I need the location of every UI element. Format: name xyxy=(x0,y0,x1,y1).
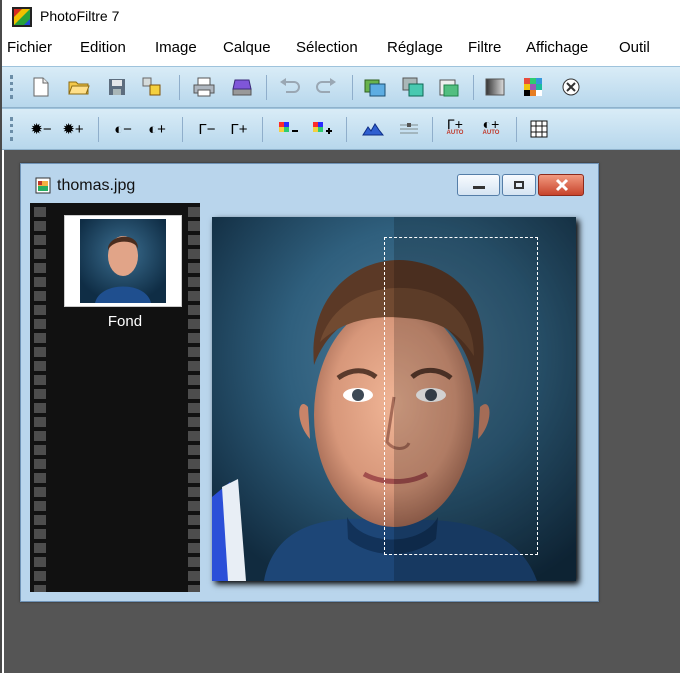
adjustments-toolbar: ✹− ✹+ ◐− ◐+ Γ− Γ+ Γ+ AUTO ◐+ AUTO xyxy=(2,108,680,150)
layer-name: Fond xyxy=(107,313,143,330)
menu-affichage[interactable]: Affichage xyxy=(526,39,588,56)
photofiltre-app: PhotoFiltre 7 Fichier Edition Image Calq… xyxy=(0,0,680,673)
document-window[interactable]: thomas.jpg Fond xyxy=(20,163,599,602)
contrast-plus-icon[interactable]: ◐+ xyxy=(146,118,168,140)
print-icon[interactable] xyxy=(193,76,215,98)
image-paste-icon[interactable] xyxy=(438,76,460,98)
menu-image[interactable]: Image xyxy=(155,39,197,56)
film-perforations xyxy=(188,203,200,592)
toolbar-separator xyxy=(98,117,99,142)
toolbar-separator xyxy=(473,75,474,100)
undo-icon[interactable] xyxy=(278,76,300,98)
contrast-auto-icon[interactable]: ◐+ AUTO xyxy=(480,117,502,140)
auto-label: AUTO xyxy=(446,130,464,136)
brightness-minus-icon[interactable]: ✹− xyxy=(30,118,52,140)
thumbnail-photo xyxy=(80,219,166,303)
app-titlebar: PhotoFiltre 7 xyxy=(2,0,680,34)
menu-selection[interactable]: Sélection xyxy=(296,39,358,56)
close-button[interactable] xyxy=(538,174,584,196)
toolbar-separator xyxy=(182,117,183,142)
maximize-icon xyxy=(514,181,524,189)
toolbar-grip[interactable] xyxy=(10,75,16,99)
image-canvas[interactable] xyxy=(212,217,576,581)
gamma-minus-icon[interactable]: Γ− xyxy=(196,118,218,140)
film-perforations xyxy=(34,203,46,592)
toolbar-separator xyxy=(352,75,353,100)
filter-tools-icon[interactable] xyxy=(141,76,163,98)
photofiltre-logo-icon xyxy=(12,7,32,27)
maximize-button[interactable] xyxy=(502,174,536,196)
document-image-icon xyxy=(35,177,51,194)
contrast-minus-icon[interactable]: ◐− xyxy=(112,118,134,140)
toolbar-separator xyxy=(266,75,267,100)
saturation-minus-icon[interactable] xyxy=(278,118,300,140)
auto-label: AUTO xyxy=(482,130,500,136)
effects-icon[interactable] xyxy=(560,76,582,98)
layer-thumbnail[interactable] xyxy=(64,215,182,307)
grid-icon[interactable] xyxy=(528,118,550,140)
open-folder-icon[interactable] xyxy=(68,76,90,98)
minimize-button[interactable] xyxy=(457,174,500,196)
gamma-auto-icon[interactable]: Γ+ AUTO xyxy=(444,117,466,140)
menu-edition[interactable]: Edition xyxy=(80,39,126,56)
menu-fichier[interactable]: Fichier xyxy=(7,39,52,56)
image-copy-icon[interactable] xyxy=(402,76,424,98)
toolbar-separator xyxy=(516,117,517,142)
main-toolbar xyxy=(2,66,680,108)
menu-calque[interactable]: Calque xyxy=(223,39,271,56)
menu-outil[interactable]: Outil xyxy=(619,39,650,56)
toolbar-separator xyxy=(262,117,263,142)
levels-icon[interactable] xyxy=(362,118,384,140)
toolbar-separator xyxy=(179,75,180,100)
document-title: thomas.jpg xyxy=(57,177,136,194)
image-layer-icon[interactable] xyxy=(364,76,386,98)
save-disk-icon[interactable] xyxy=(106,76,128,98)
curves-icon[interactable] xyxy=(398,118,420,140)
rectangular-selection[interactable] xyxy=(384,237,538,555)
saturation-plus-icon[interactable] xyxy=(312,118,334,140)
app-title: PhotoFiltre 7 xyxy=(40,8,120,24)
redo-icon[interactable] xyxy=(316,76,338,98)
minimize-icon xyxy=(473,186,485,189)
gamma-plus-icon[interactable]: Γ+ xyxy=(228,118,250,140)
menu-filtre[interactable]: Filtre xyxy=(468,39,501,56)
menu-reglage[interactable]: Réglage xyxy=(387,39,443,56)
brightness-plus-icon[interactable]: ✹+ xyxy=(62,118,84,140)
scanner-icon[interactable] xyxy=(231,76,253,98)
toolbar-grip[interactable] xyxy=(10,117,16,141)
layer-filmstrip[interactable]: Fond xyxy=(30,203,200,592)
new-document-icon[interactable] xyxy=(30,76,52,98)
gradient-icon[interactable] xyxy=(484,76,506,98)
close-icon xyxy=(555,178,569,192)
menu-bar: Fichier Edition Image Calque Sélection R… xyxy=(2,34,680,62)
toolbar-separator xyxy=(432,117,433,142)
toolbar-separator xyxy=(346,117,347,142)
color-palette-icon[interactable] xyxy=(522,76,544,98)
